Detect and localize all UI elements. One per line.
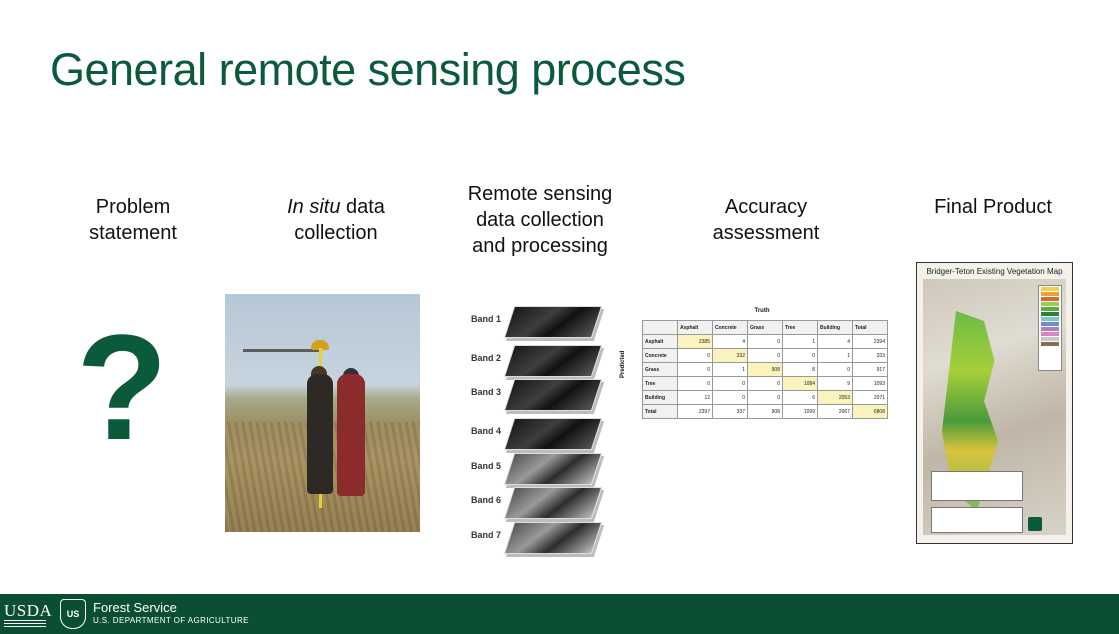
usda-logo: USDA [4, 601, 53, 620]
band-image [503, 487, 603, 519]
field-photo [225, 294, 420, 532]
slide-title: General remote sensing process [50, 44, 686, 95]
band-1: Band 1 [471, 306, 611, 338]
table-row: Total 2397 337 908 1099 2067 6808 [642, 404, 888, 419]
band-image [503, 379, 603, 411]
band-7: Band 7 [471, 522, 611, 554]
table-row: Asphalt 2385 4 0 1 4 2394 [642, 334, 888, 349]
confusion-table: Asphalt Concrete Grass Tree Building Tot… [642, 320, 888, 419]
vegetation-map: Bridger-Teton Existing Vegetation Map [916, 262, 1073, 544]
person-one [307, 374, 333, 494]
step-label-final-product: Final Product [918, 194, 1068, 220]
band-5: Band 5 [471, 453, 611, 485]
band-label: Band 1 [471, 314, 502, 324]
band-4: Band 4 [471, 418, 611, 450]
band-label: Band 4 [471, 426, 502, 436]
forest-service-name: Forest Service [93, 600, 177, 615]
step-rs-line3: and processing [472, 235, 608, 257]
usda-logo-waves-icon [4, 620, 46, 628]
step-accuracy-line2: assessment [712, 222, 820, 244]
step-in-situ-rest: data [340, 196, 385, 218]
step-in-situ-italic: In situ [287, 196, 341, 218]
band-image [503, 306, 603, 338]
footer-bar: USDA US Forest Service U.S. DEPARTMENT O… [0, 594, 1119, 634]
band-2: Band 2 [471, 345, 611, 377]
band-image [503, 522, 603, 554]
band-label: Band 6 [471, 495, 502, 505]
step-label-remote-sensing: Remote sensing data collection and proce… [450, 181, 630, 259]
band-label: Band 3 [471, 387, 502, 397]
map-title: Bridger-Teton Existing Vegetation Map [926, 267, 1063, 276]
department-name: U.S. DEPARTMENT OF AGRICULTURE [93, 616, 249, 625]
person-two [337, 374, 365, 496]
step-rs-line2: data collection [476, 209, 604, 231]
map-scale-bar [931, 507, 1023, 533]
question-mark-icon: ? [76, 303, 168, 471]
table-row: Building 12 0 0 6 2053 2071 [642, 390, 888, 405]
band-3: Band 3 [471, 379, 611, 411]
band-6: Band 6 [471, 487, 611, 519]
step-label-problem: Problem statement [75, 194, 191, 246]
step-in-situ-line2: collection [294, 222, 378, 244]
accuracy-matrix: Truth Predicted Asphalt Concrete Grass T… [620, 308, 892, 428]
band-image [503, 418, 603, 450]
predicted-label: Predicted [620, 350, 626, 378]
step-final-line1: Final Product [934, 196, 1052, 218]
step-rs-line1: Remote sensing [467, 183, 613, 205]
map-notes [931, 471, 1023, 501]
band-image [503, 345, 603, 377]
table-row: Tree 0 0 0 1084 9 1093 [642, 376, 888, 391]
forest-service-shield-icon: US [60, 599, 86, 629]
step-problem-line2: statement [89, 222, 177, 244]
step-accuracy-line1: Accuracy [724, 196, 808, 218]
truth-label: Truth [754, 308, 770, 314]
table-header-row: Asphalt Concrete Grass Tree Building Tot… [642, 320, 888, 335]
step-label-accuracy: Accuracy assessment [696, 194, 836, 246]
table-row: Concrete 0 332 0 0 1 333 [642, 348, 888, 363]
band-image [503, 453, 603, 485]
step-label-in-situ: In situ data collection [266, 194, 406, 246]
band-label: Band 5 [471, 461, 502, 471]
band-label: Band 2 [471, 353, 502, 363]
band-label: Band 7 [471, 530, 502, 540]
step-problem-line1: Problem [95, 196, 171, 218]
map-legend [1038, 285, 1062, 371]
table-row: Grass 0 1 908 8 0 917 [642, 362, 888, 377]
forest-service-logo-icon [1028, 517, 1042, 531]
